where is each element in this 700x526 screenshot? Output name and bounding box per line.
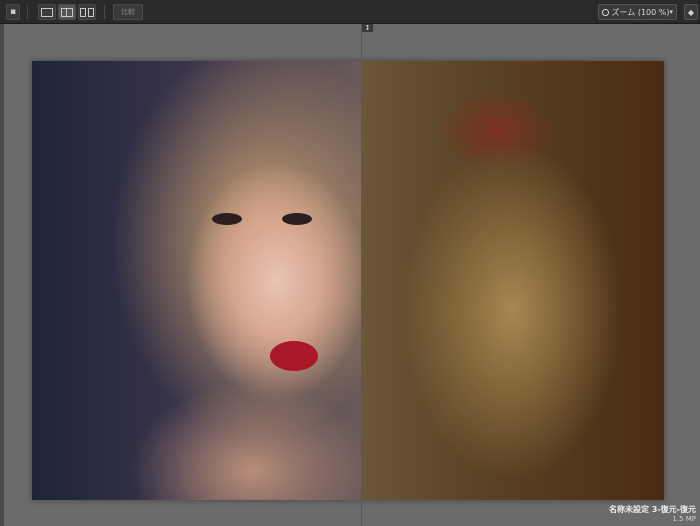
split-view-button[interactable] xyxy=(58,4,76,20)
preview-image xyxy=(32,61,664,500)
photo-detail xyxy=(270,341,318,371)
side-by-side-icon xyxy=(80,7,94,17)
toolbar-separator xyxy=(104,5,105,19)
photo-detail xyxy=(282,213,312,225)
document-size: 1.5 MP xyxy=(672,515,696,523)
toolbar: ▪ 比較 ズーム (100 %) ▾ ◆ xyxy=(0,0,700,24)
after-image-half xyxy=(362,61,664,500)
panel-options-button[interactable]: ▪ xyxy=(6,4,20,20)
compare-button[interactable]: 比較 xyxy=(113,4,143,20)
chevron-down-icon: ▾ xyxy=(669,8,673,16)
left-panel-edge xyxy=(0,24,4,526)
toolbar-separator xyxy=(27,5,28,19)
divider-handle[interactable]: ↕ xyxy=(362,24,373,32)
swap-icon: ↕ xyxy=(364,24,371,32)
split-view-icon xyxy=(61,7,73,17)
single-view-button[interactable] xyxy=(38,4,56,20)
options-icon: ▪ xyxy=(9,7,17,17)
zoom-label: ズーム (100 %) xyxy=(611,7,670,17)
document-name: 名称未設定 3-復元-復元 xyxy=(609,505,696,514)
before-image-half xyxy=(32,61,362,500)
split-divider[interactable] xyxy=(361,24,362,526)
pin-button[interactable]: ◆ xyxy=(684,4,698,20)
photo-detail xyxy=(212,213,242,225)
zoom-dropdown[interactable]: ズーム (100 %) ▾ xyxy=(598,4,677,20)
side-by-side-button[interactable] xyxy=(78,4,96,20)
single-view-icon xyxy=(41,7,53,17)
pin-icon: ◆ xyxy=(687,7,695,17)
compare-label: 比較 xyxy=(121,8,135,16)
magnifier-icon xyxy=(602,8,609,16)
